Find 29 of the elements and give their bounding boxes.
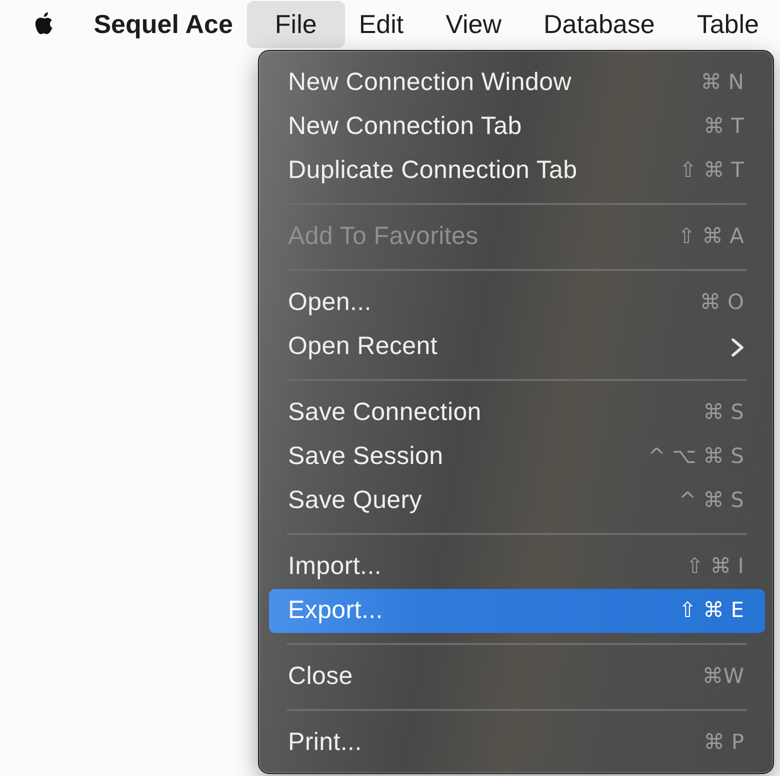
- keyboard-shortcut: ⌘ T: [703, 113, 744, 140]
- menu-item[interactable]: New Connection Window ⌘ N: [269, 61, 765, 105]
- keyboard-shortcut: ⌘ S: [702, 399, 744, 426]
- menu-item[interactable]: Save Connection ⌘ S: [269, 391, 765, 435]
- keyboard-shortcut: ⇧ ⌘ I: [686, 553, 744, 580]
- menu-item[interactable]: Open... ⌘ O: [269, 281, 765, 325]
- keyboard-shortcut: ⌘ P: [704, 729, 744, 756]
- menu-item[interactable]: Print... ⌘ P: [269, 721, 765, 765]
- menu-item[interactable]: Duplicate Connection Tab ⇧ ⌘ T: [269, 149, 765, 193]
- menu-item[interactable]: Import... ⇧ ⌘ I: [269, 545, 765, 589]
- keyboard-shortcut: ⇧ ⌘ A: [678, 223, 744, 250]
- menu-item[interactable]: Save Session ^ ⌥ ⌘ S: [269, 435, 765, 479]
- keyboard-shortcut: ⌘ N: [700, 69, 744, 96]
- keyboard-shortcut: ^ ⌥ ⌘ S: [648, 443, 744, 470]
- keyboard-shortcut: ⇧ ⌘ E: [678, 597, 744, 624]
- keyboard-shortcut: ^ ⌘ S: [678, 487, 744, 514]
- menu-item[interactable]: New Connection Tab ⌘ T: [269, 105, 765, 149]
- menu-title[interactable]: View: [424, 0, 523, 48]
- keyboard-shortcut: ⌘W: [702, 663, 744, 690]
- menu-item[interactable]: Close ⌘W: [269, 655, 765, 699]
- menu-title[interactable]: Table: [676, 0, 780, 48]
- keyboard-shortcut: ⌘ O: [700, 289, 744, 316]
- app-name[interactable]: Sequel Ace: [94, 4, 247, 44]
- menu-title[interactable]: Database: [522, 0, 676, 48]
- keyboard-shortcut: ⇧ ⌘ T: [679, 157, 744, 184]
- menu-item[interactable]: Open Recent: [269, 325, 765, 369]
- menu-item[interactable]: Save Query ^ ⌘ S: [269, 479, 765, 523]
- menu-title[interactable]: File: [246, 0, 345, 48]
- menu-item[interactable]: Export... ⇧ ⌘ E: [269, 589, 765, 633]
